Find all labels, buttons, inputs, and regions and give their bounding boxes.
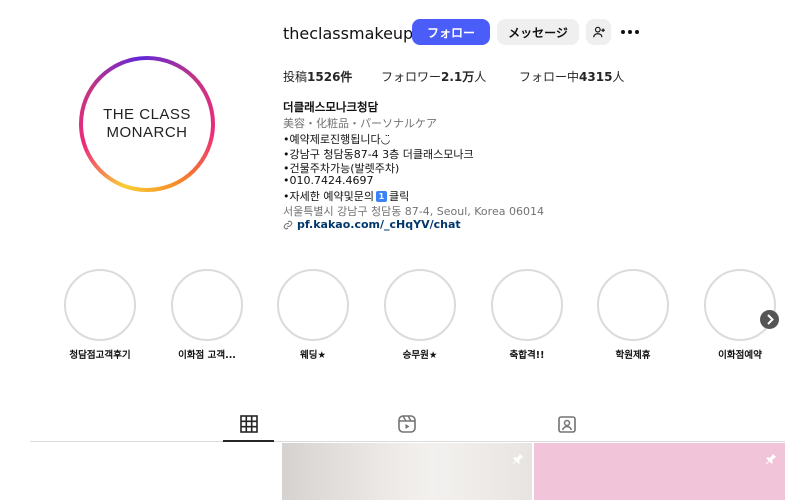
highlight-ring	[277, 269, 349, 341]
highlight-ring	[384, 269, 456, 341]
person-add-icon	[592, 26, 605, 38]
tagged-icon[interactable]	[557, 414, 577, 434]
following-count[interactable]: フォロー中4315人	[519, 68, 624, 85]
following-value: 4315	[579, 70, 613, 84]
posts-count: 投稿1526件	[283, 68, 352, 85]
add-user-button[interactable]	[586, 19, 611, 45]
reels-icon[interactable]	[397, 414, 417, 434]
highlight-item[interactable]: 이화점 고객...	[162, 269, 252, 361]
followers-suffix: 人	[474, 70, 487, 84]
following-label: フォロー中	[519, 70, 580, 84]
active-tab-indicator	[223, 440, 274, 442]
the-class-monarch-logo: THE CLASS MONARCH	[103, 106, 191, 141]
highlight-item[interactable]: 청담점고객후기	[55, 269, 145, 361]
highlights-next-button[interactable]	[760, 310, 779, 329]
more-horizontal-icon[interactable]	[619, 24, 641, 40]
bio-name: 더클래스모나크청담	[283, 100, 379, 114]
highlight-ring	[491, 269, 563, 341]
bio-line-text: 클릭	[388, 190, 410, 203]
followers-count[interactable]: フォロワー2.1万人	[381, 68, 486, 85]
highlight-ring	[597, 269, 669, 341]
highlight-item[interactable]: 승무원★	[375, 269, 465, 361]
grid-icon[interactable]	[239, 414, 259, 434]
bio-line: •예약제로진행됩니다◡̈	[283, 133, 391, 146]
highlight-ring	[64, 269, 136, 341]
bio-line-text: •자세한 예약및문의	[283, 190, 374, 203]
pin-icon	[765, 453, 777, 465]
highlight-label: 이화점예약	[718, 350, 762, 361]
highlight-label: 이화점 고객...	[178, 350, 236, 361]
bio-link-text[interactable]: pf.kakao.com/_cHqYV/chat	[297, 218, 461, 231]
bio-category: 美容・化粧品・パーソナルケア	[283, 117, 437, 130]
follow-button[interactable]: フォロー	[412, 19, 490, 45]
highlight-item[interactable]: 웨딩★	[268, 269, 358, 361]
post-thumbnail[interactable]	[30, 443, 280, 500]
highlight-item[interactable]: 학원제휴	[588, 269, 678, 361]
highlight-label: 웨딩★	[300, 350, 326, 361]
highlight-label: 승무원★	[402, 350, 438, 361]
logo-line2: MONARCH	[107, 124, 188, 141]
post-thumbnail[interactable]	[282, 443, 532, 500]
tabs-divider	[30, 441, 785, 442]
bio-external-link[interactable]: pf.kakao.com/_cHqYV/chat	[283, 218, 461, 231]
highlight-label: 학원제휴	[615, 350, 651, 361]
followers-value: 2.1万	[441, 70, 475, 84]
bio-address[interactable]: 서울특별시 강남구 청담동 87-4, Seoul, Korea 06014	[283, 203, 544, 219]
highlight-ring	[171, 269, 243, 341]
posts-value: 1526件	[307, 70, 353, 84]
profile-avatar[interactable]: THE CLASS MONARCH	[79, 56, 215, 192]
following-suffix: 人	[612, 70, 625, 84]
pin-icon	[512, 453, 524, 465]
bio-line: •자세한 예약및문의 1 클릭	[283, 188, 409, 204]
username: theclassmakeup	[283, 24, 414, 43]
avatar-inner: THE CLASS MONARCH	[83, 60, 211, 188]
highlight-label: 청담점고객후기	[69, 350, 131, 361]
logo-line1: THE CLASS	[103, 106, 191, 123]
message-button[interactable]: メッセージ	[497, 19, 579, 45]
chevron-right-icon	[767, 314, 774, 325]
highlight-label: 축합격!!	[509, 350, 545, 361]
bio-line: •010.7424.4697	[283, 174, 374, 187]
highlight-ring	[704, 269, 776, 341]
link-icon	[283, 220, 293, 229]
post-thumbnail[interactable]	[534, 443, 785, 500]
followers-label: フォロワー	[381, 70, 442, 84]
highlight-item[interactable]: 축합격!!	[482, 269, 572, 361]
posts-label: 投稿	[283, 70, 308, 84]
keycap-one-icon: 1	[375, 190, 387, 202]
